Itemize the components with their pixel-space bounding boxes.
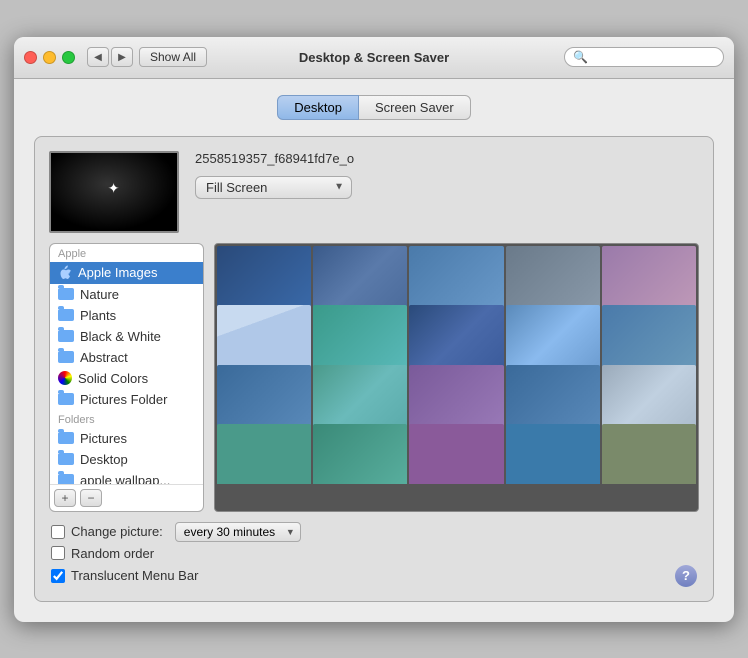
fill-dropdown-select[interactable]: Fill Screen Fit to Screen Stretch to Fil…: [195, 176, 352, 199]
main-panel: ✦ 2558519357_f68941fd7e_o Fill Screen Fi…: [34, 136, 714, 602]
forward-button[interactable]: ▶: [111, 47, 133, 67]
wallpaper-cell-16[interactable]: [217, 424, 311, 484]
interval-dropdown[interactable]: every 30 minutes every 5 seconds every 1…: [175, 522, 301, 542]
bottom-controls: Change picture: every 30 minutes every 5…: [49, 522, 699, 587]
sidebar-label-abstract: Abstract: [80, 350, 128, 365]
fill-dropdown-wrapper: Fill Screen Fit to Screen Stretch to Fil…: [195, 176, 352, 199]
maximize-button[interactable]: [62, 51, 75, 64]
nav-buttons: ◀ ▶: [87, 47, 133, 67]
wallpaper-grid-container: [214, 243, 699, 512]
preview-star-icon: ✦: [108, 180, 120, 197]
filename-label: 2558519357_f68941fd7e_o: [195, 151, 699, 166]
sidebar-label-nature: Nature: [80, 287, 119, 302]
change-picture-checkbox[interactable]: [51, 525, 65, 539]
sidebar-item-nature[interactable]: Nature: [50, 284, 203, 305]
sidebar-label-desktop: Desktop: [80, 452, 128, 467]
wallpaper-cell-20[interactable]: [602, 424, 696, 484]
top-right-panel: 2558519357_f68941fd7e_o Fill Screen Fit …: [195, 151, 699, 199]
sidebar-item-plants[interactable]: Plants: [50, 305, 203, 326]
sidebar-label-pictures-folder: Pictures Folder: [80, 392, 167, 407]
tab-desktop[interactable]: Desktop: [277, 95, 359, 120]
sidebar-item-abstract[interactable]: Abstract: [50, 347, 203, 368]
help-button[interactable]: ?: [675, 565, 697, 587]
tab-screensaver[interactable]: Screen Saver: [359, 95, 471, 120]
remove-source-button[interactable]: −: [80, 489, 102, 507]
color-circle-icon: [58, 371, 72, 385]
sidebar-item-apple-wallpap[interactable]: apple wallpap...: [50, 470, 203, 484]
sidebar-label-apple-wallpap: apple wallpap...: [80, 473, 170, 484]
folder-icon-nature: [58, 288, 74, 300]
change-picture-label: Change picture:: [71, 524, 163, 539]
add-source-button[interactable]: +: [54, 489, 76, 507]
folder-icon-black-white: [58, 330, 74, 342]
close-button[interactable]: [24, 51, 37, 64]
wallpaper-grid[interactable]: [215, 244, 698, 484]
sidebar-bottom-bar: + −: [50, 484, 203, 511]
wallpaper-cell-19[interactable]: [506, 424, 600, 484]
sidebar-label-apple-images: Apple Images: [78, 265, 158, 280]
wallpaper-cell-17[interactable]: [313, 424, 407, 484]
fill-dropdown-container: Fill Screen Fit to Screen Stretch to Fil…: [195, 176, 699, 199]
sidebar-label-black-white: Black & White: [80, 329, 161, 344]
sidebar-item-apple-images[interactable]: Apple Images: [50, 262, 203, 284]
random-order-label: Random order: [71, 546, 154, 561]
sidebar-item-pictures-folder[interactable]: Pictures Folder: [50, 389, 203, 410]
translucent-menubar-checkbox[interactable]: [51, 569, 65, 583]
sidebar-label-pictures: Pictures: [80, 431, 127, 446]
folder-icon-apple-wallpap: [58, 474, 74, 484]
sidebar: Apple Apple Images Nature: [49, 243, 204, 512]
desktop-screensaver-window: ◀ ▶ Show All Desktop & Screen Saver 🔍 De…: [14, 37, 734, 622]
top-section: ✦ 2558519357_f68941fd7e_o Fill Screen Fi…: [49, 151, 699, 233]
folder-icon-abstract: [58, 351, 74, 363]
sidebar-item-black-white[interactable]: Black & White: [50, 326, 203, 347]
sidebar-label-solid-colors: Solid Colors: [78, 371, 148, 386]
folder-icon-plants: [58, 309, 74, 321]
sidebar-section-apple: Apple: [50, 244, 203, 262]
sidebar-item-solid-colors[interactable]: Solid Colors: [50, 368, 203, 389]
change-picture-row: Change picture: every 30 minutes every 5…: [51, 522, 697, 542]
sidebar-label-plants: Plants: [80, 308, 116, 323]
tab-bar: Desktop Screen Saver: [34, 95, 714, 120]
sidebar-item-desktop-folder[interactable]: Desktop: [50, 449, 203, 470]
search-icon: 🔍: [573, 50, 588, 64]
minimize-button[interactable]: [43, 51, 56, 64]
random-order-checkbox[interactable]: [51, 546, 65, 560]
translucent-menubar-row: Translucent Menu Bar ?: [51, 565, 697, 587]
translucent-menubar-label: Translucent Menu Bar: [71, 568, 198, 583]
wallpaper-cell-18[interactable]: [409, 424, 503, 484]
back-button[interactable]: ◀: [87, 47, 109, 67]
random-order-row: Random order: [51, 546, 697, 561]
sidebar-item-pictures[interactable]: Pictures: [50, 428, 203, 449]
wallpaper-preview: ✦: [49, 151, 179, 233]
apple-logo-icon: [58, 265, 72, 281]
titlebar: ◀ ▶ Show All Desktop & Screen Saver 🔍: [14, 37, 734, 79]
folder-icon-desktop: [58, 453, 74, 465]
sidebar-scroll[interactable]: Apple Apple Images Nature: [50, 244, 203, 484]
search-input[interactable]: [592, 50, 715, 64]
content-area: Desktop Screen Saver ✦ 2558519357_f68941…: [14, 79, 734, 622]
show-all-button[interactable]: Show All: [139, 47, 207, 67]
sidebar-section-folders: Folders: [50, 410, 203, 428]
preview-image-inner: ✦: [51, 153, 177, 231]
traffic-lights: [24, 51, 75, 64]
folder-icon-pictures-folder: [58, 393, 74, 405]
interval-dropdown-wrapper: every 30 minutes every 5 seconds every 1…: [169, 522, 301, 542]
search-box[interactable]: 🔍: [564, 47, 724, 67]
window-title: Desktop & Screen Saver: [299, 50, 449, 65]
folder-icon-pictures: [58, 432, 74, 444]
middle-section: Apple Apple Images Nature: [49, 243, 699, 512]
